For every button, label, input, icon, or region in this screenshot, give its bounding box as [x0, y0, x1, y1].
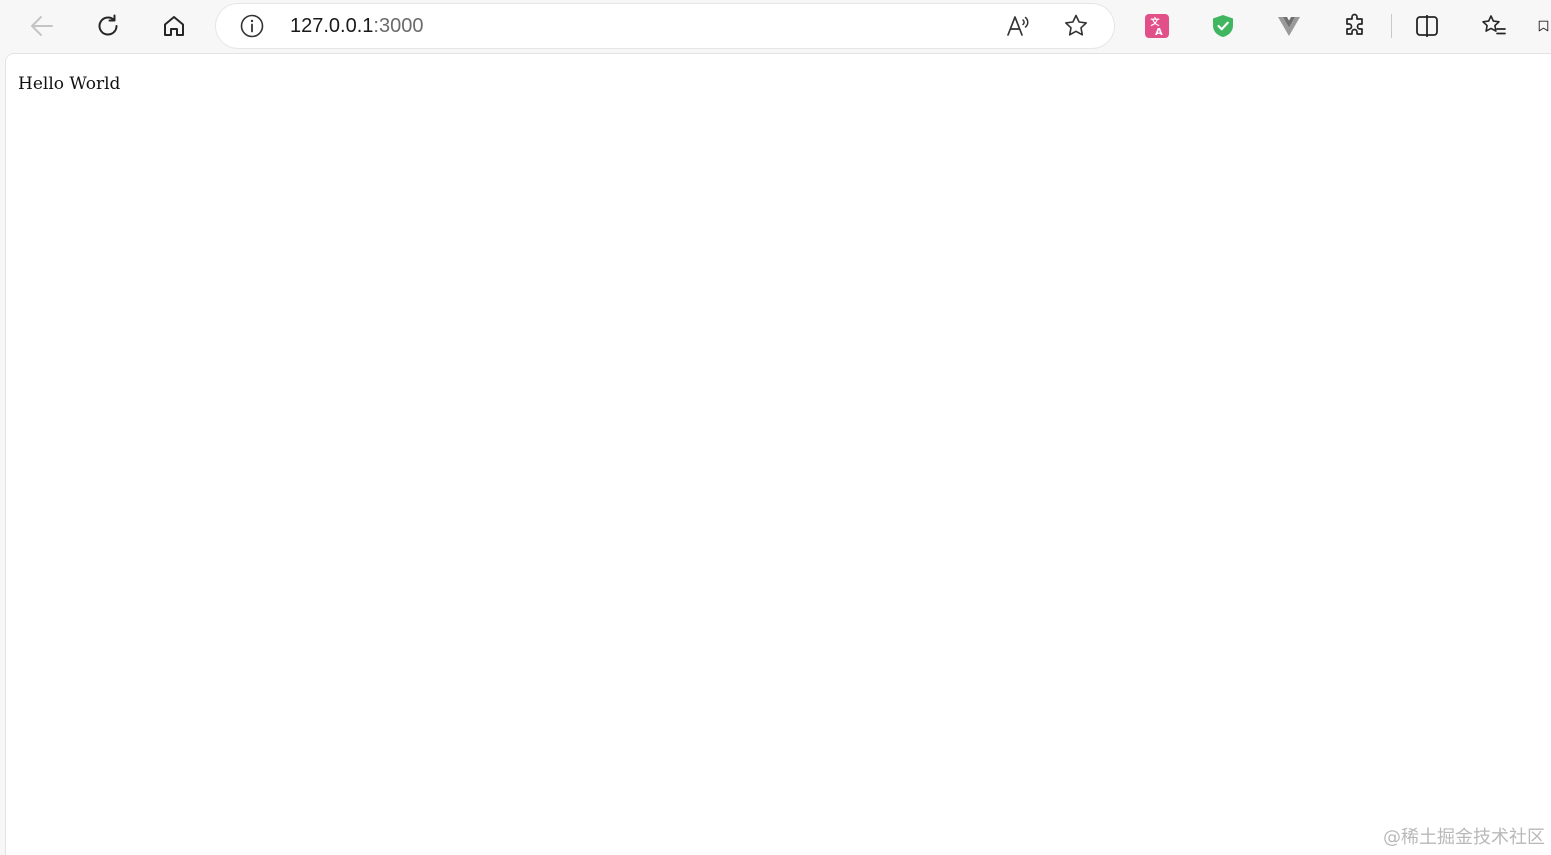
favorites-list-icon	[1482, 15, 1506, 35]
svg-text:A: A	[1155, 27, 1163, 38]
url-port: :3000	[373, 15, 424, 37]
overflow-toolbar-button[interactable]	[1536, 6, 1551, 46]
read-aloud-icon	[1007, 16, 1029, 36]
url-host: 127.0.0.1	[290, 15, 374, 37]
info-icon	[240, 14, 264, 38]
partial-toolbar-icon	[1538, 20, 1549, 32]
page-content: Hello World @稀土掘金技术社区	[6, 54, 1551, 855]
address-bar[interactable]: 127.0.0.1:3000	[216, 4, 1114, 48]
extensions-button[interactable]	[1335, 6, 1375, 46]
puzzle-icon	[1346, 13, 1363, 35]
split-screen-icon	[1416, 15, 1438, 37]
read-aloud-button[interactable]	[1004, 12, 1032, 40]
translate-extension-icon: 文 A	[1145, 14, 1169, 38]
shield-extension-button[interactable]	[1203, 6, 1243, 46]
vue-extension-button[interactable]	[1269, 6, 1309, 46]
split-screen-button[interactable]	[1407, 6, 1447, 46]
favorite-button[interactable]	[1062, 12, 1090, 40]
favorites-button[interactable]	[1474, 6, 1514, 46]
site-info-button[interactable]	[238, 12, 266, 40]
home-button[interactable]	[154, 6, 194, 46]
home-icon	[164, 16, 184, 36]
refresh-icon	[98, 14, 118, 36]
hello-world-text: Hello World	[18, 74, 121, 94]
browser-toolbar: 127.0.0.1:3000 文 A	[0, 0, 1551, 52]
arrow-left-icon	[31, 16, 53, 36]
url-text[interactable]: 127.0.0.1:3000	[290, 4, 423, 48]
shield-check-extension-icon	[1213, 15, 1233, 37]
translate-extension-button[interactable]: 文 A	[1137, 6, 1177, 46]
back-button[interactable]	[22, 6, 62, 46]
refresh-button[interactable]	[88, 6, 128, 46]
star-icon	[1065, 14, 1087, 36]
vue-devtools-extension-icon	[1278, 17, 1300, 36]
toolbar-divider	[1391, 14, 1392, 38]
watermark: @稀土掘金技术社区	[1383, 827, 1545, 848]
